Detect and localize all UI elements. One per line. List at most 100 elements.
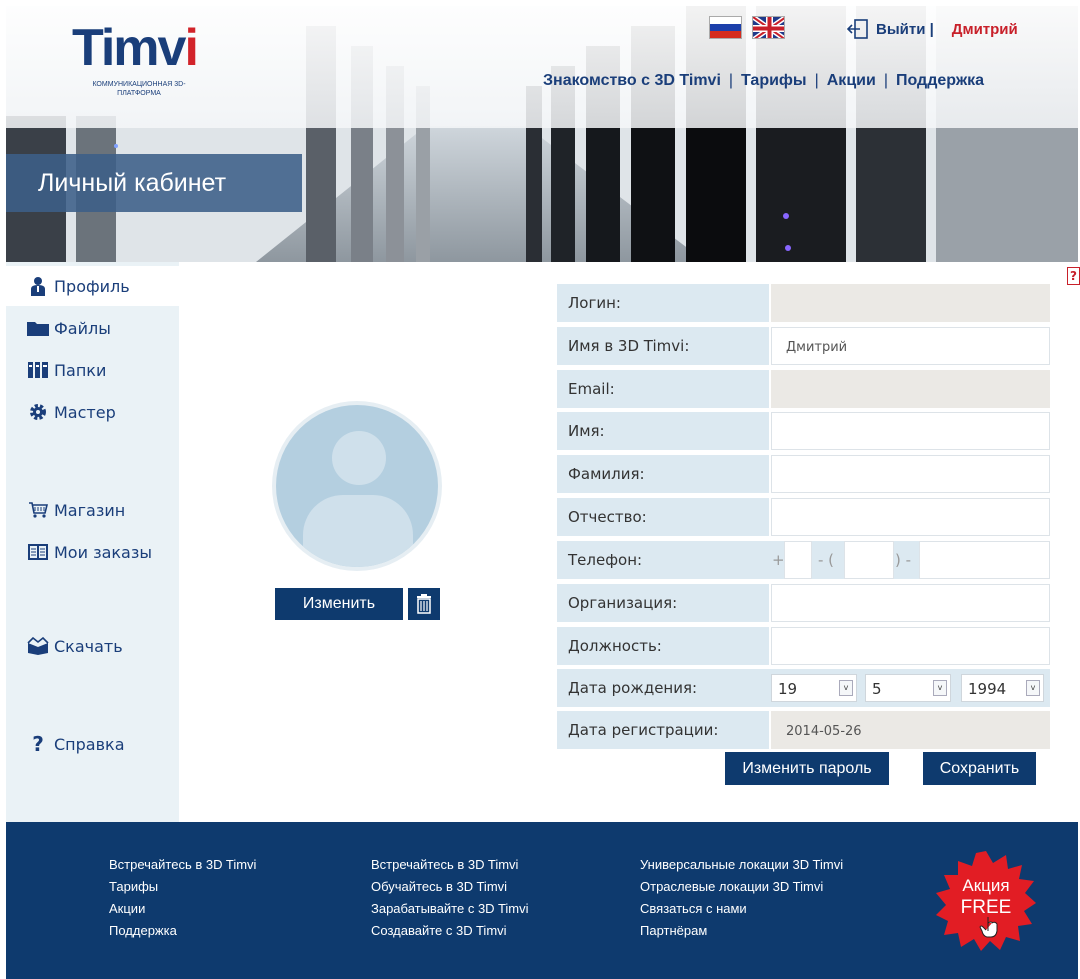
nav-item-promotions[interactable]: Акции (827, 72, 876, 89)
display-name-field[interactable]: Дмитрий (771, 327, 1050, 365)
form-row-registration-date: Дата регистрации: 2014-05-26 (557, 711, 1050, 749)
promo-line1: Акция (962, 876, 1009, 895)
footer-column: Встречайтесь в 3D Timvi Обучайтесь в 3D … (371, 854, 529, 942)
trash-icon (417, 594, 431, 614)
phone-paren-dash: ) - (895, 551, 912, 569)
username-link[interactable]: Дмитрий (952, 21, 1018, 38)
sidebar-item-label: Мастер (54, 402, 116, 422)
form-row-display-name: Имя в 3D Timvi: Дмитрий (557, 327, 1050, 365)
position-field[interactable] (771, 627, 1050, 665)
avatar (272, 401, 442, 571)
footer-column: Универсальные локации 3D Timvi Отраслевы… (640, 854, 843, 942)
footer-link[interactable]: Обучайтесь в 3D Timvi (371, 876, 529, 898)
footer: Встречайтесь в 3D Timvi Тарифы Акции Под… (6, 822, 1078, 979)
first-name-label: Имя: (557, 412, 769, 450)
folder-icon (27, 318, 49, 338)
sidebar-item-profile[interactable]: Профиль (6, 266, 179, 306)
footer-link[interactable]: Универсальные локации 3D Timvi (640, 854, 843, 876)
footer-link[interactable]: Встречайтесь в 3D Timvi (109, 854, 256, 876)
sidebar-item-label: Файлы (54, 318, 111, 338)
nav-separator: | (814, 72, 819, 89)
sidebar-item-help[interactable]: ? Справка (6, 724, 179, 764)
sidebar-item-files[interactable]: Файлы (6, 308, 179, 348)
promo-free-badge[interactable]: Акция FREE (936, 851, 1036, 951)
delete-avatar-button[interactable] (408, 588, 440, 620)
uk-flag-icon[interactable] (752, 16, 785, 39)
sidebar-item-wizard[interactable]: Мастер (6, 392, 179, 432)
patronymic-label: Отчество: (557, 498, 769, 536)
footer-link[interactable]: Тарифы (109, 876, 256, 898)
user-icon (27, 276, 49, 296)
book-icon (27, 542, 49, 562)
sidebar-item-label: Справка (54, 734, 125, 754)
footer-column: Встречайтесь в 3D Timvi Тарифы Акции Под… (109, 854, 256, 942)
change-password-button[interactable]: Изменить пароль (725, 752, 889, 785)
logo-wordmark: Timvi (72, 19, 199, 77)
gear-icon (27, 402, 49, 422)
language-switcher (709, 16, 785, 39)
footer-link[interactable]: Партнёрам (640, 920, 843, 942)
download-box-icon (27, 636, 49, 656)
phone-label: Телефон: (557, 541, 769, 579)
footer-link[interactable]: Поддержка (109, 920, 256, 942)
birth-year-select[interactable]: 1994 v (961, 674, 1044, 702)
sidebar: Профиль Файлы Папки Мастер Магазин Мои з… (6, 262, 179, 822)
registration-date-field: 2014-05-26 (771, 711, 1050, 749)
logout-link[interactable]: Выйти | (876, 21, 934, 38)
footer-link[interactable]: Акции (109, 898, 256, 920)
form-row-first-name: Имя: (557, 412, 1050, 450)
birth-date-label: Дата рождения: (557, 669, 769, 707)
nav-item-support[interactable]: Поддержка (896, 72, 984, 89)
binders-icon (27, 360, 49, 380)
footer-link[interactable]: Отраслевые локации 3D Timvi (640, 876, 843, 898)
last-name-field[interactable] (771, 455, 1050, 493)
nav-separator: | (883, 72, 888, 89)
first-name-field[interactable] (771, 412, 1050, 450)
sidebar-item-shop[interactable]: Магазин (6, 490, 179, 530)
russian-flag-icon[interactable] (709, 16, 742, 39)
birth-month-select[interactable]: 5 v (865, 674, 951, 702)
nav-item-tariffs[interactable]: Тарифы (741, 72, 807, 89)
organization-field[interactable] (771, 584, 1050, 622)
form-row-last-name: Фамилия: (557, 455, 1050, 493)
sidebar-item-label: Профиль (54, 276, 130, 296)
patronymic-field[interactable] (771, 498, 1050, 536)
main-nav: Знакомство с 3D Timvi | Тарифы | Акции | Подде… (543, 72, 984, 90)
footer-link[interactable]: Встречайтесь в 3D Timvi (371, 854, 529, 876)
form-row-login: Логин: (557, 284, 1050, 322)
logout-icon[interactable] (846, 18, 870, 40)
save-button[interactable]: Сохранить (923, 752, 1036, 785)
sidebar-item-my-orders[interactable]: Мои заказы (6, 532, 179, 572)
position-label: Должность: (557, 627, 769, 665)
form-row-phone: Телефон: + - ( ) - (557, 541, 1050, 579)
birth-day-select[interactable]: 19 v (771, 674, 857, 702)
chevron-down-icon: v (933, 680, 947, 696)
phone-dash-paren: - ( (818, 551, 835, 569)
phone-area-code-field[interactable] (844, 541, 894, 579)
sidebar-item-label: Скачать (54, 636, 123, 656)
form-row-patronymic: Отчество: (557, 498, 1050, 536)
footer-link[interactable]: Связаться с нами (640, 898, 843, 920)
cart-icon (27, 500, 49, 520)
sidebar-item-download[interactable]: Скачать (6, 626, 179, 666)
registration-date-label: Дата регистрации: (557, 711, 769, 749)
phone-number-field[interactable] (919, 541, 1050, 579)
logout-area: Выйти | Дмитрий (846, 18, 1018, 40)
nav-item-intro[interactable]: Знакомство с 3D Timvi (543, 72, 721, 89)
form-row-organization: Организация: (557, 584, 1050, 622)
header-banner: Timvi КОММУНИКАЦИОННАЯ 3D-ПЛАТФОРМА Выйт… (6, 6, 1078, 262)
phone-country-code-field[interactable] (784, 541, 812, 579)
sidebar-item-label: Магазин (54, 500, 126, 520)
form-row-position: Должность: (557, 627, 1050, 665)
footer-link[interactable]: Создавайте с 3D Timvi (371, 920, 529, 942)
timvi-logo[interactable]: Timvi КОММУНИКАЦИОННАЯ 3D-ПЛАТФОРМА (70, 18, 200, 104)
sidebar-item-folders[interactable]: Папки (6, 350, 179, 390)
last-name-label: Фамилия: (557, 455, 769, 493)
footer-link[interactable]: Зарабатывайте с 3D Timvi (371, 898, 529, 920)
help-icon[interactable]: ? (1067, 267, 1080, 285)
uk-flag-graphic (753, 17, 784, 38)
change-avatar-button[interactable]: Изменить (275, 588, 403, 620)
phone-plus: + (772, 551, 785, 569)
organization-label: Организация: (557, 584, 769, 622)
display-name-label: Имя в 3D Timvi: (557, 327, 769, 365)
